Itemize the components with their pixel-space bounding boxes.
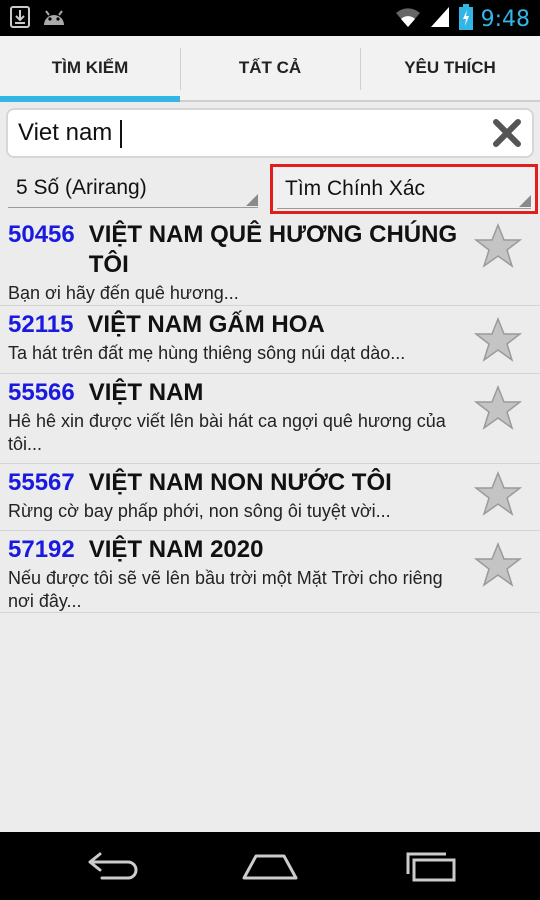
list-item[interactable]: 55566 VIỆT NAM Hê hê xin được viết lên b…: [0, 374, 540, 464]
song-lyric: Rừng cờ bay phấp phới, non sông ôi tuyệt…: [8, 501, 391, 521]
song-lyric: Hê hê xin được viết lên bài hát ca ngợi …: [8, 411, 446, 454]
search-mode-dropdown-value: Tìm Chính Xác: [285, 177, 426, 200]
home-button[interactable]: [240, 848, 300, 884]
navigation-bar: [0, 832, 540, 900]
song-number: 50456: [8, 221, 75, 248]
recents-icon: [406, 852, 456, 882]
search-box: [6, 108, 534, 158]
song-lyric: Bạn ơi hãy đến quê hương...: [8, 283, 239, 303]
search-input[interactable]: [18, 116, 478, 150]
close-icon: [493, 119, 521, 147]
song-title: VIỆT NAM 2020: [88, 536, 264, 563]
song-title: VIỆT NAM GẤM HOA: [87, 311, 325, 338]
results-list: 50456 VIỆT NAM QUÊ HƯƠNG CHÚNG TÔI Bạn ơ…: [0, 216, 540, 613]
tab-search[interactable]: TÌM KIẾM: [0, 36, 180, 102]
tab-all-label: TẤT CẢ: [238, 58, 302, 77]
tab-search-label: TÌM KIẾM: [51, 58, 129, 77]
song-number: 55566: [8, 379, 75, 406]
digits-dropdown-value: 5 Số (Arirang): [16, 176, 147, 199]
download-icon: [10, 6, 30, 33]
clear-search-button[interactable]: [492, 118, 522, 148]
list-item[interactable]: 57192 VIỆT NAM 2020 Nếu được tôi sẽ vẽ l…: [0, 531, 540, 613]
android-icon: [40, 7, 68, 32]
favorite-star-icon[interactable]: [473, 541, 523, 589]
digits-dropdown[interactable]: 5 Số (Arirang): [4, 166, 262, 210]
tab-favorites[interactable]: YÊU THÍCH: [360, 36, 540, 100]
favorite-star-icon[interactable]: [473, 316, 523, 364]
dropdown-arrow-icon: [246, 194, 258, 206]
clock: 9:48: [480, 7, 530, 32]
favorite-star-icon[interactable]: [473, 222, 523, 270]
dropdown-underline: [8, 207, 258, 208]
list-item[interactable]: 52115 VIỆT NAM GẤM HOA Ta hát trên đất m…: [0, 306, 540, 374]
song-number: 55567: [8, 469, 75, 496]
song-number: 52115: [8, 311, 74, 338]
tab-bar: TÌM KIẾM TẤT CẢ YÊU THÍCH: [0, 36, 540, 102]
favorite-star-icon[interactable]: [473, 470, 523, 518]
recents-button[interactable]: [400, 848, 460, 884]
back-button[interactable]: [82, 848, 142, 884]
song-title: VIỆT NAM: [88, 379, 204, 406]
tab-favorites-label: YÊU THÍCH: [404, 58, 496, 77]
home-icon: [242, 854, 298, 880]
signal-icon: [429, 5, 451, 34]
search-mode-dropdown[interactable]: Tìm Chính Xác: [270, 164, 538, 214]
song-title: VIỆT NAM QUÊ HƯƠNG CHÚNG TÔI: [88, 221, 458, 278]
tab-all[interactable]: TẤT CẢ: [180, 36, 360, 100]
favorite-star-icon[interactable]: [473, 384, 523, 432]
wifi-icon: [395, 5, 421, 34]
song-lyric: Ta hát trên đất mẹ hùng thiêng sông núi …: [8, 343, 406, 363]
status-bar: 9:48: [0, 0, 540, 36]
song-number: 57192: [8, 536, 75, 563]
song-lyric: Nếu được tôi sẽ vẽ lên bầu trời một Mặt …: [8, 568, 443, 611]
list-item[interactable]: 50456 VIỆT NAM QUÊ HƯƠNG CHÚNG TÔI Bạn ơ…: [0, 216, 540, 306]
dropdown-underline: [277, 208, 531, 209]
back-icon: [88, 852, 138, 880]
text-cursor: [120, 120, 122, 148]
battery-icon: [458, 4, 473, 35]
song-title: VIỆT NAM NON NƯỚC TÔI: [88, 469, 392, 496]
list-item[interactable]: 55567 VIỆT NAM NON NƯỚC TÔI Rừng cờ bay …: [0, 464, 540, 531]
dropdown-arrow-icon: [519, 195, 531, 207]
